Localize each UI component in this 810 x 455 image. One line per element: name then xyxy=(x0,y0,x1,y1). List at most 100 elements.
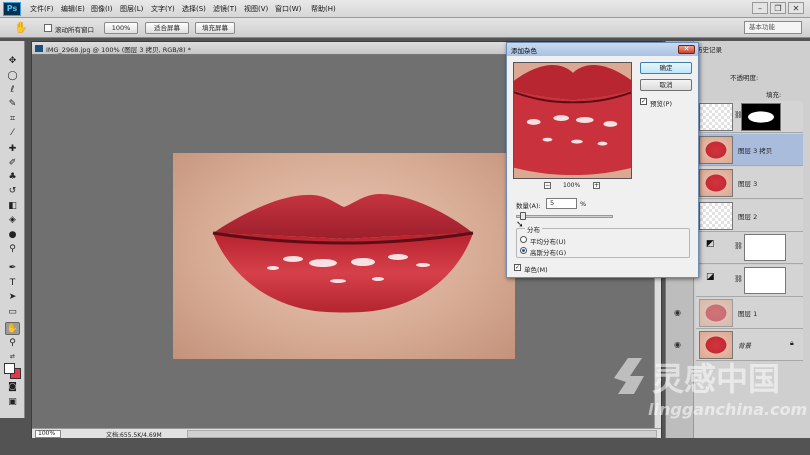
menu-layer[interactable]: 图层(L) xyxy=(120,4,143,14)
eye-icon[interactable]: ◉ xyxy=(674,340,681,349)
scroll-all-checkbox[interactable] xyxy=(44,24,52,32)
preview-checkbox[interactable]: ✓ xyxy=(640,98,647,105)
menu-image[interactable]: 图像(I) xyxy=(91,4,113,14)
close-window-button[interactable]: ✕ xyxy=(788,2,804,14)
quick-select-tool-icon[interactable]: ✎ xyxy=(5,98,20,111)
dodge-tool-icon[interactable]: ⚲ xyxy=(5,243,20,256)
amount-input[interactable]: 5 xyxy=(546,198,577,209)
zoom-out-button[interactable]: − xyxy=(544,182,551,189)
chain-link-icon[interactable]: ⛓ xyxy=(734,242,743,250)
watermark-url: lingganchina.com xyxy=(648,400,808,419)
dialog-close-button[interactable]: ✕ xyxy=(678,45,695,54)
percent-label: % xyxy=(580,200,587,208)
history-brush-tool-icon[interactable]: ↺ xyxy=(5,185,20,198)
layer-mask-thumbnail[interactable] xyxy=(744,234,786,261)
toolbox: ✥ ◯ ℓ ✎ ⌗ ⁄ ✚ ✐ ♣ ↺ ◧ ◈ ● ⚲ ✒ T ➤ ▭ ✋ ⚲ … xyxy=(0,41,25,418)
levels-adjustment-icon: ◩ xyxy=(706,239,715,249)
amount-slider-thumb[interactable] xyxy=(519,212,526,220)
path-select-tool-icon[interactable]: ➤ xyxy=(5,291,20,304)
layer-thumbnail xyxy=(699,103,733,131)
preview-lips-illustration xyxy=(514,63,631,178)
horizontal-scrollbar[interactable] xyxy=(187,430,657,438)
layer-row[interactable]: 图层 2 xyxy=(696,200,803,232)
document-icon xyxy=(35,45,43,52)
dialog-body: − 100% + 确定 取消 ✓ 预览(P) 数量(A): 5 % ➘ 分布 平… xyxy=(507,56,698,277)
document-size[interactable]: 文档:655.5K/4.69M xyxy=(106,430,162,439)
paint-bucket-tool-icon[interactable]: ◈ xyxy=(5,214,20,227)
opacity-label: 不透明度: xyxy=(730,74,759,82)
status-bar: 100% 文档:655.5K/4.69M xyxy=(32,428,661,439)
fit-screen-button[interactable]: 适合屏幕 xyxy=(145,22,189,34)
options-bar: ✋ 滚动所有窗口 100% 适合屏幕 填充屏幕 基本功能 xyxy=(0,18,810,38)
gaussian-radio[interactable] xyxy=(520,247,527,254)
layer-row-adjustment[interactable]: ◪ ⛓ xyxy=(696,265,803,297)
amount-slider-track[interactable] xyxy=(516,215,613,218)
fill-screen-button[interactable]: 填充屏幕 xyxy=(195,22,235,34)
workspace-switcher[interactable]: 基本功能 xyxy=(744,21,802,34)
screen-mode-icon[interactable]: ▣ xyxy=(5,396,20,409)
menu-help[interactable]: 帮助(H) xyxy=(311,4,336,14)
ok-button[interactable]: 确定 xyxy=(640,62,692,74)
zoom-tool-icon[interactable]: ⚲ xyxy=(5,337,20,350)
layer-row[interactable]: ◉ 图层 3 xyxy=(674,167,803,199)
lock-icon: 🔒︎ xyxy=(790,339,794,347)
healing-brush-tool-icon[interactable]: ✚ xyxy=(5,143,20,156)
menu-window[interactable]: 窗口(W) xyxy=(275,4,301,14)
eraser-tool-icon[interactable]: ◧ xyxy=(5,200,20,213)
layer-thumbnail xyxy=(699,136,733,164)
pen-tool-icon[interactable]: ✒ xyxy=(5,262,20,275)
layer-row-adjustment[interactable]: ◩ ⛓ xyxy=(696,232,803,264)
history-tab[interactable]: 历史记录 xyxy=(696,44,722,54)
zoom-in-button[interactable]: + xyxy=(593,182,600,189)
lips-illustration xyxy=(212,193,474,313)
lasso-tool-icon[interactable]: ℓ xyxy=(5,84,20,97)
quick-mask-icon[interactable]: ◙ xyxy=(5,381,20,394)
menu-filter[interactable]: 滤镜(T) xyxy=(213,4,237,14)
preview-zoom: 100% xyxy=(563,182,581,189)
uniform-label: 平均分布(U) xyxy=(530,238,566,246)
cancel-button[interactable]: 取消 xyxy=(640,79,692,91)
minimize-button[interactable]: – xyxy=(752,2,768,14)
crop-tool-icon[interactable]: ⌗ xyxy=(5,113,20,126)
layer-mask-thumbnail[interactable] xyxy=(741,103,781,131)
layer-mask-thumbnail[interactable] xyxy=(744,267,786,294)
fill-label: 填充: xyxy=(766,91,782,99)
layer-name: 背景 xyxy=(738,342,751,350)
swap-colors-icon[interactable]: ⇄ xyxy=(5,350,20,363)
menu-select[interactable]: 选择(S) xyxy=(182,4,206,14)
layer-row[interactable]: ◉ 图层 1 xyxy=(674,297,803,329)
menu-view[interactable]: 视图(V) xyxy=(244,4,268,14)
watermark-brand: 灵感中国 xyxy=(652,360,780,398)
actual-pixels-button[interactable]: 100% xyxy=(104,22,138,34)
eyedropper-tool-icon[interactable]: ⁄ xyxy=(5,127,20,140)
dialog-titlebar[interactable]: 添加杂色 ✕ xyxy=(507,43,698,56)
menu-file[interactable]: 文件(F) xyxy=(30,4,54,14)
move-tool-icon[interactable]: ✥ xyxy=(5,55,20,68)
foreground-color-swatch[interactable] xyxy=(4,363,15,374)
lips-photo[interactable] xyxy=(173,153,515,359)
menu-edit[interactable]: 编辑(E) xyxy=(61,4,85,14)
preview-label: 预览(P) xyxy=(650,100,672,108)
shape-tool-icon[interactable]: ▭ xyxy=(5,306,20,319)
type-tool-icon[interactable]: T xyxy=(5,277,20,290)
eye-icon[interactable]: ◉ xyxy=(674,308,681,317)
layer-row-selected[interactable]: ◉ 图层 3 拷贝 xyxy=(674,134,803,166)
scroll-all-label: 滚动所有窗口 xyxy=(55,26,94,34)
layer-name: 图层 1 xyxy=(738,310,758,318)
chain-link-icon[interactable]: ⛓ xyxy=(734,275,743,283)
marquee-tool-icon[interactable]: ◯ xyxy=(5,70,20,83)
dialog-title: 添加杂色 xyxy=(511,47,537,55)
layer-name: 图层 2 xyxy=(738,213,758,221)
distribution-label: 分布 xyxy=(525,224,542,234)
layer-row-mask[interactable]: ⛓ xyxy=(696,101,803,133)
blur-tool-icon[interactable]: ● xyxy=(5,229,20,242)
restore-button[interactable]: ❐ xyxy=(770,2,786,14)
filter-preview[interactable] xyxy=(513,62,632,179)
uniform-radio[interactable] xyxy=(520,236,527,243)
menu-type[interactable]: 文字(Y) xyxy=(151,4,175,14)
clone-stamp-tool-icon[interactable]: ♣ xyxy=(5,171,20,184)
monochromatic-checkbox[interactable]: ✓ xyxy=(514,264,521,271)
zoom-field[interactable]: 100% xyxy=(35,430,61,438)
hand-tool-selected-icon[interactable]: ✋ xyxy=(5,322,20,335)
brush-tool-icon[interactable]: ✐ xyxy=(5,157,20,170)
